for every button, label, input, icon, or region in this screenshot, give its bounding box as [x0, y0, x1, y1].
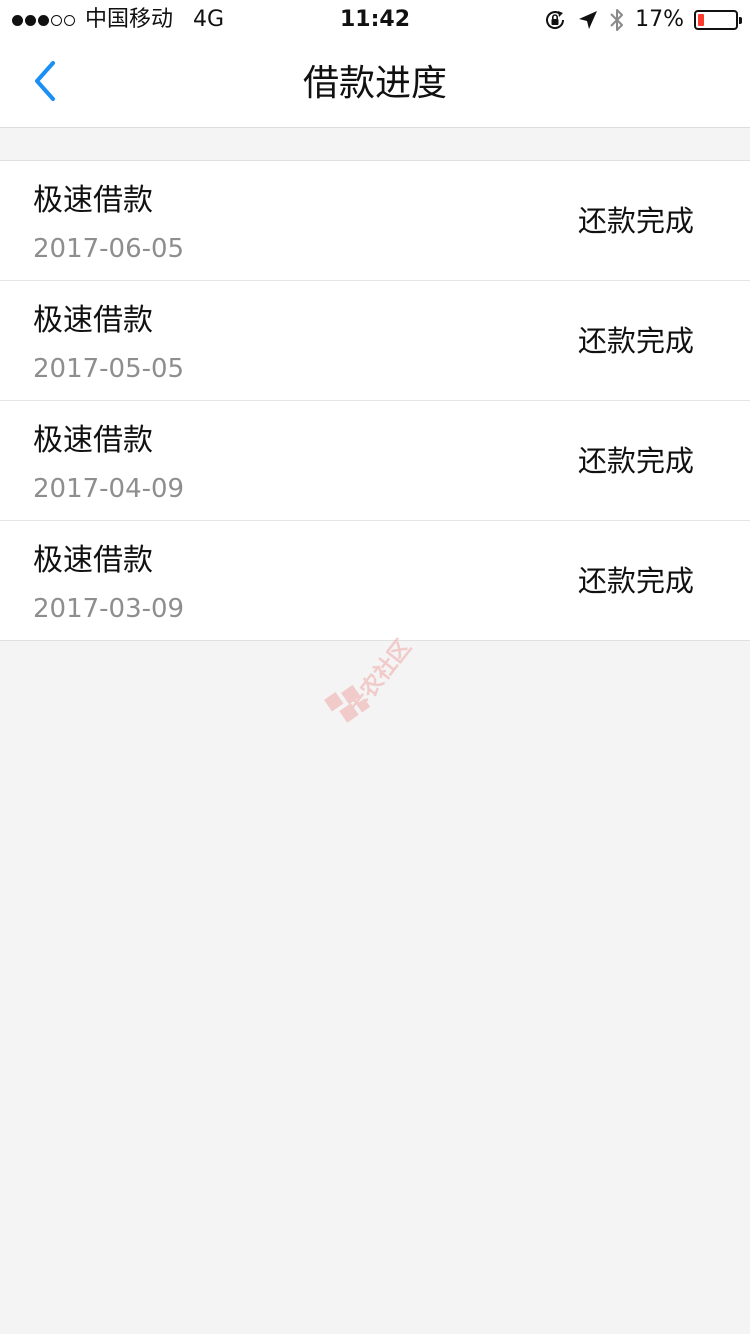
loan-name: 极速借款 — [33, 303, 153, 338]
loan-date: 2017-06-05 — [33, 234, 185, 264]
loan-status: 还款完成 — [577, 324, 694, 358]
loan-date: 2017-05-05 — [33, 354, 185, 384]
battery-icon — [694, 10, 742, 30]
list-item[interactable]: 极速借款 2017-05-05 还款完成 — [0, 281, 750, 401]
navigation-bar: 借款进度 — [0, 40, 750, 128]
battery-level-fill — [698, 14, 704, 26]
loan-date: 2017-04-09 — [33, 474, 185, 504]
loan-list: 极速借款 2017-06-05 还款完成 极速借款 2017-05-05 还款完… — [0, 160, 750, 641]
orientation-lock-icon — [543, 8, 567, 32]
loan-status: 还款完成 — [577, 204, 694, 238]
status-bar: 中国移动 4G 11:42 17% — [0, 0, 750, 40]
loan-name: 极速借款 — [33, 423, 153, 458]
location-arrow-icon — [577, 9, 599, 31]
loan-status: 还款完成 — [577, 564, 694, 598]
page-title: 借款进度 — [302, 63, 447, 104]
watermark-logo: 卡农社区 — [316, 600, 446, 750]
status-bar-right: 17% — [543, 6, 742, 34]
bluetooth-icon — [609, 7, 625, 33]
list-item[interactable]: 极速借款 2017-06-05 还款完成 — [0, 161, 750, 281]
loan-date: 2017-03-09 — [33, 594, 185, 624]
loan-status: 还款完成 — [577, 444, 694, 478]
loan-name: 极速借款 — [33, 543, 153, 578]
loan-name: 极速借款 — [33, 183, 153, 218]
battery-percentage: 17% — [635, 7, 684, 32]
list-item[interactable]: 极速借款 2017-04-09 还款完成 — [0, 401, 750, 521]
